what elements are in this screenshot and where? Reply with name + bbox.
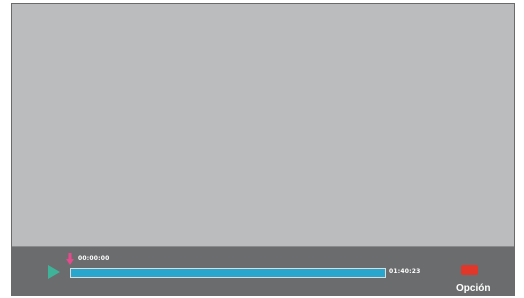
progress-fill — [71, 269, 385, 277]
playhead-marker-icon[interactable] — [66, 253, 74, 266]
current-time: 00:00:00 — [78, 255, 110, 262]
progress-bar[interactable] — [70, 268, 386, 278]
player-window: 00:00:00 01:40:23 Opción — [11, 3, 515, 296]
option-button-label[interactable]: Opción — [456, 283, 490, 294]
total-time: 01:40:23 — [389, 268, 421, 275]
video-area[interactable] — [12, 4, 514, 246]
red-key-icon[interactable] — [461, 265, 478, 275]
play-icon[interactable] — [48, 265, 60, 279]
control-bar: 00:00:00 01:40:23 Opción — [12, 246, 514, 296]
